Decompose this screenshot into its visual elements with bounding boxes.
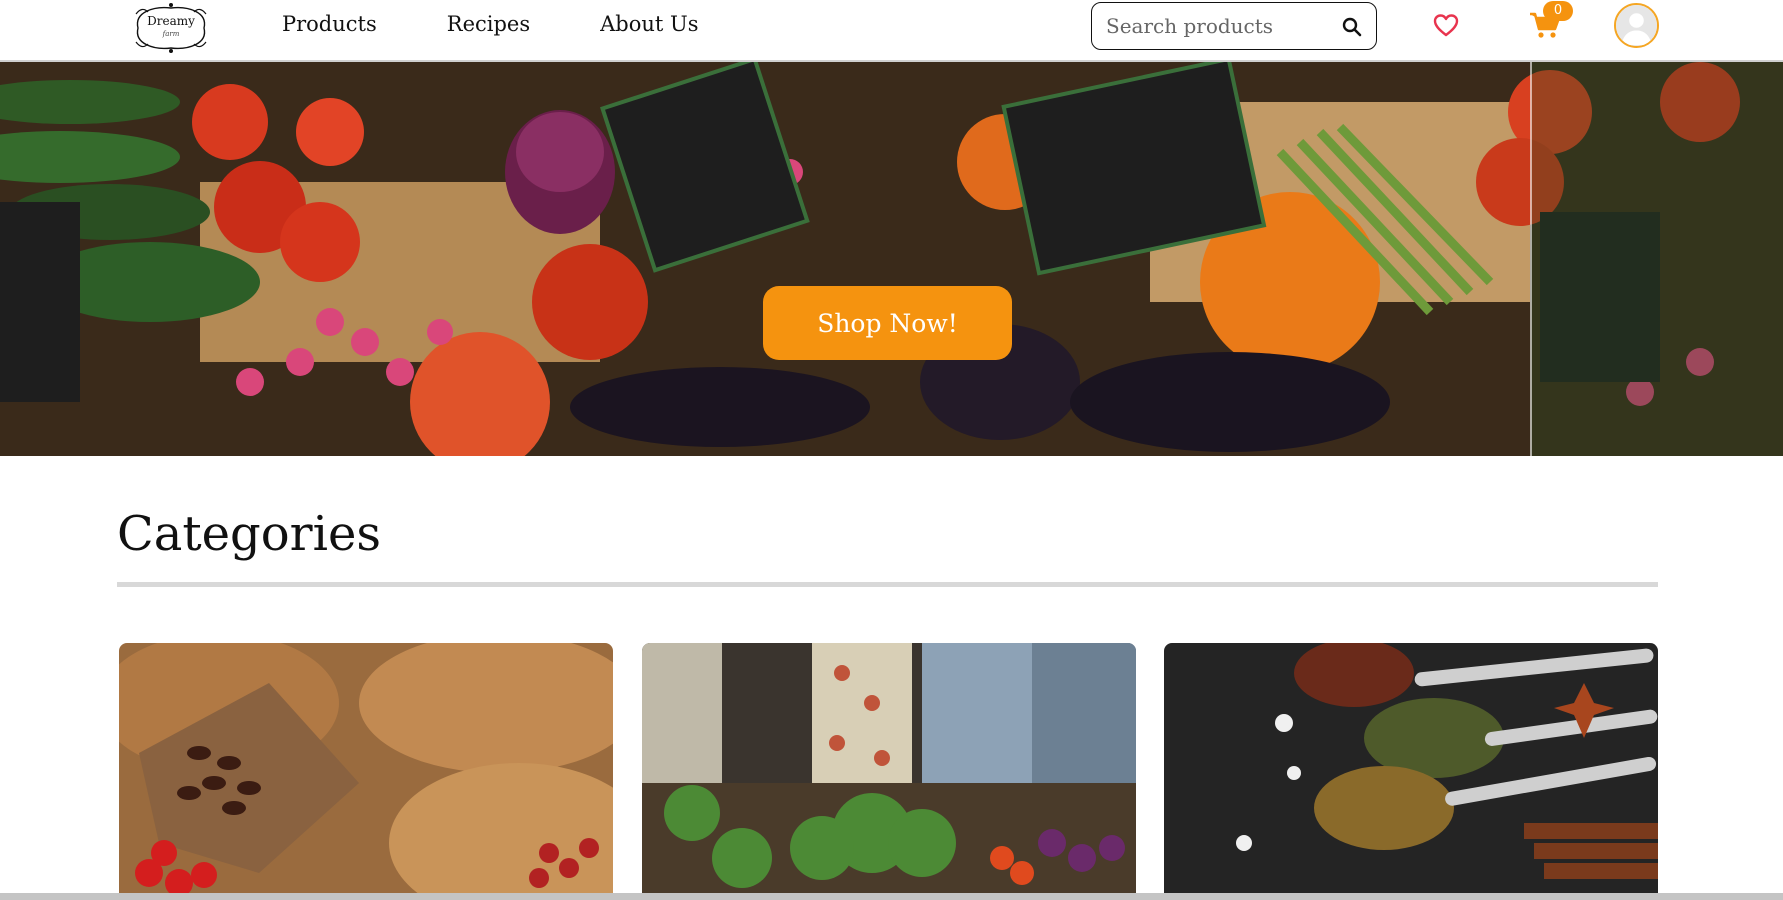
brand-logo[interactable]: Dreamy farm [130,2,212,54]
brand-tagline: farm [162,30,180,38]
user-icon [1616,5,1657,46]
user-avatar[interactable] [1614,3,1659,48]
category-card-vegetables[interactable] [642,643,1136,900]
categories-heading: Categories [117,506,381,562]
nav-item-recipes[interactable]: Recipes [447,12,530,36]
category-card-dates[interactable] [119,643,613,900]
logo-frame-icon [135,3,207,53]
horizontal-scrollbar[interactable] [0,893,1783,900]
hero-banner: Shop Now! [0,62,1783,456]
search-box [1091,2,1377,50]
category-image-baskets [119,643,613,900]
nav-item-products[interactable]: Products [282,12,377,36]
shop-now-button[interactable]: Shop Now! [763,286,1012,360]
categories-divider [117,582,1658,587]
category-card-spices[interactable] [1164,643,1658,900]
wishlist-heart-icon[interactable] [1433,14,1459,38]
category-image-market-stall [642,643,1136,900]
category-image-spices [1164,643,1658,900]
search-icon[interactable] [1342,17,1362,37]
hero-vegetables-image [0,62,1783,456]
search-input[interactable] [1106,12,1326,40]
brand-name: Dreamy [147,14,195,28]
site-header: Dreamy farm Products Recipes About Us 0 [0,0,1783,62]
cart-count-badge: 0 [1543,1,1573,21]
nav-item-about-us[interactable]: About Us [600,12,698,36]
main-nav: Products Recipes About Us [282,12,769,36]
